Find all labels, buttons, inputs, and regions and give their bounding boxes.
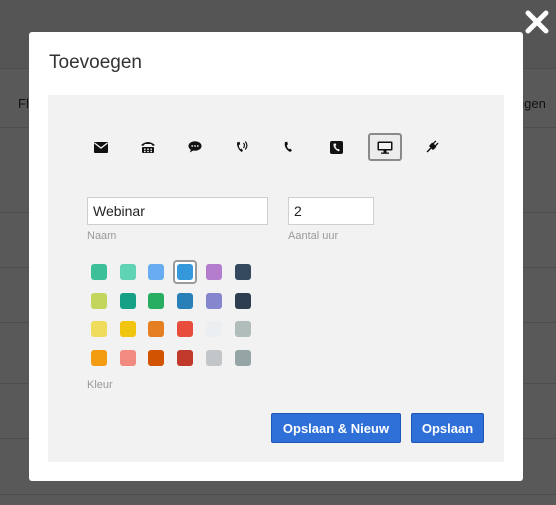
color-swatch[interactable]	[206, 350, 222, 366]
color-swatch[interactable]	[148, 264, 164, 280]
color-swatch[interactable]	[177, 293, 193, 309]
color-swatch[interactable]	[91, 293, 107, 309]
phone-icon[interactable]	[274, 133, 304, 161]
form-panel: Naam Aantal uur Kleur Opslaan & Nieuw Op…	[48, 95, 504, 462]
add-dialog: Toevoegen Naam Aantal uur	[29, 32, 523, 481]
color-label: Kleur	[87, 379, 113, 391]
color-swatch[interactable]	[120, 293, 136, 309]
name-label: Naam	[87, 230, 117, 242]
color-swatch[interactable]	[120, 321, 136, 337]
color-swatch[interactable]	[177, 350, 193, 366]
save-button[interactable]: Opslaan	[411, 413, 484, 443]
color-swatch[interactable]	[120, 264, 136, 280]
color-swatch[interactable]	[91, 264, 107, 280]
color-swatch[interactable]	[206, 321, 222, 337]
dialog-title: Toevoegen	[49, 52, 142, 73]
color-swatch[interactable]	[235, 293, 251, 309]
color-swatch[interactable]	[148, 293, 164, 309]
color-swatch[interactable]	[206, 264, 222, 280]
color-swatch[interactable]	[148, 350, 164, 366]
color-swatch[interactable]	[235, 321, 251, 337]
color-swatch[interactable]	[235, 350, 251, 366]
color-swatch[interactable]	[235, 264, 251, 280]
color-swatch[interactable]	[120, 350, 136, 366]
color-swatch[interactable]	[91, 350, 107, 366]
color-swatch[interactable]	[206, 293, 222, 309]
name-input[interactable]	[87, 197, 268, 225]
envelope-icon[interactable]	[86, 133, 116, 161]
plug-icon[interactable]	[417, 133, 447, 161]
hours-label: Aantal uur	[288, 230, 339, 242]
color-swatch[interactable]	[148, 321, 164, 337]
save-and-new-button[interactable]: Opslaan & Nieuw	[271, 413, 401, 443]
close-icon[interactable]	[524, 9, 550, 35]
color-swatch[interactable]	[177, 264, 193, 280]
fax-icon[interactable]	[133, 133, 163, 161]
phone-square-icon[interactable]	[321, 133, 351, 161]
desktop-icon[interactable]	[368, 133, 402, 161]
hours-input[interactable]	[288, 197, 374, 225]
color-swatch[interactable]	[91, 321, 107, 337]
chat-bubble-icon[interactable]	[180, 133, 210, 161]
color-swatch[interactable]	[177, 321, 193, 337]
phone-ringing-icon[interactable]	[227, 133, 257, 161]
